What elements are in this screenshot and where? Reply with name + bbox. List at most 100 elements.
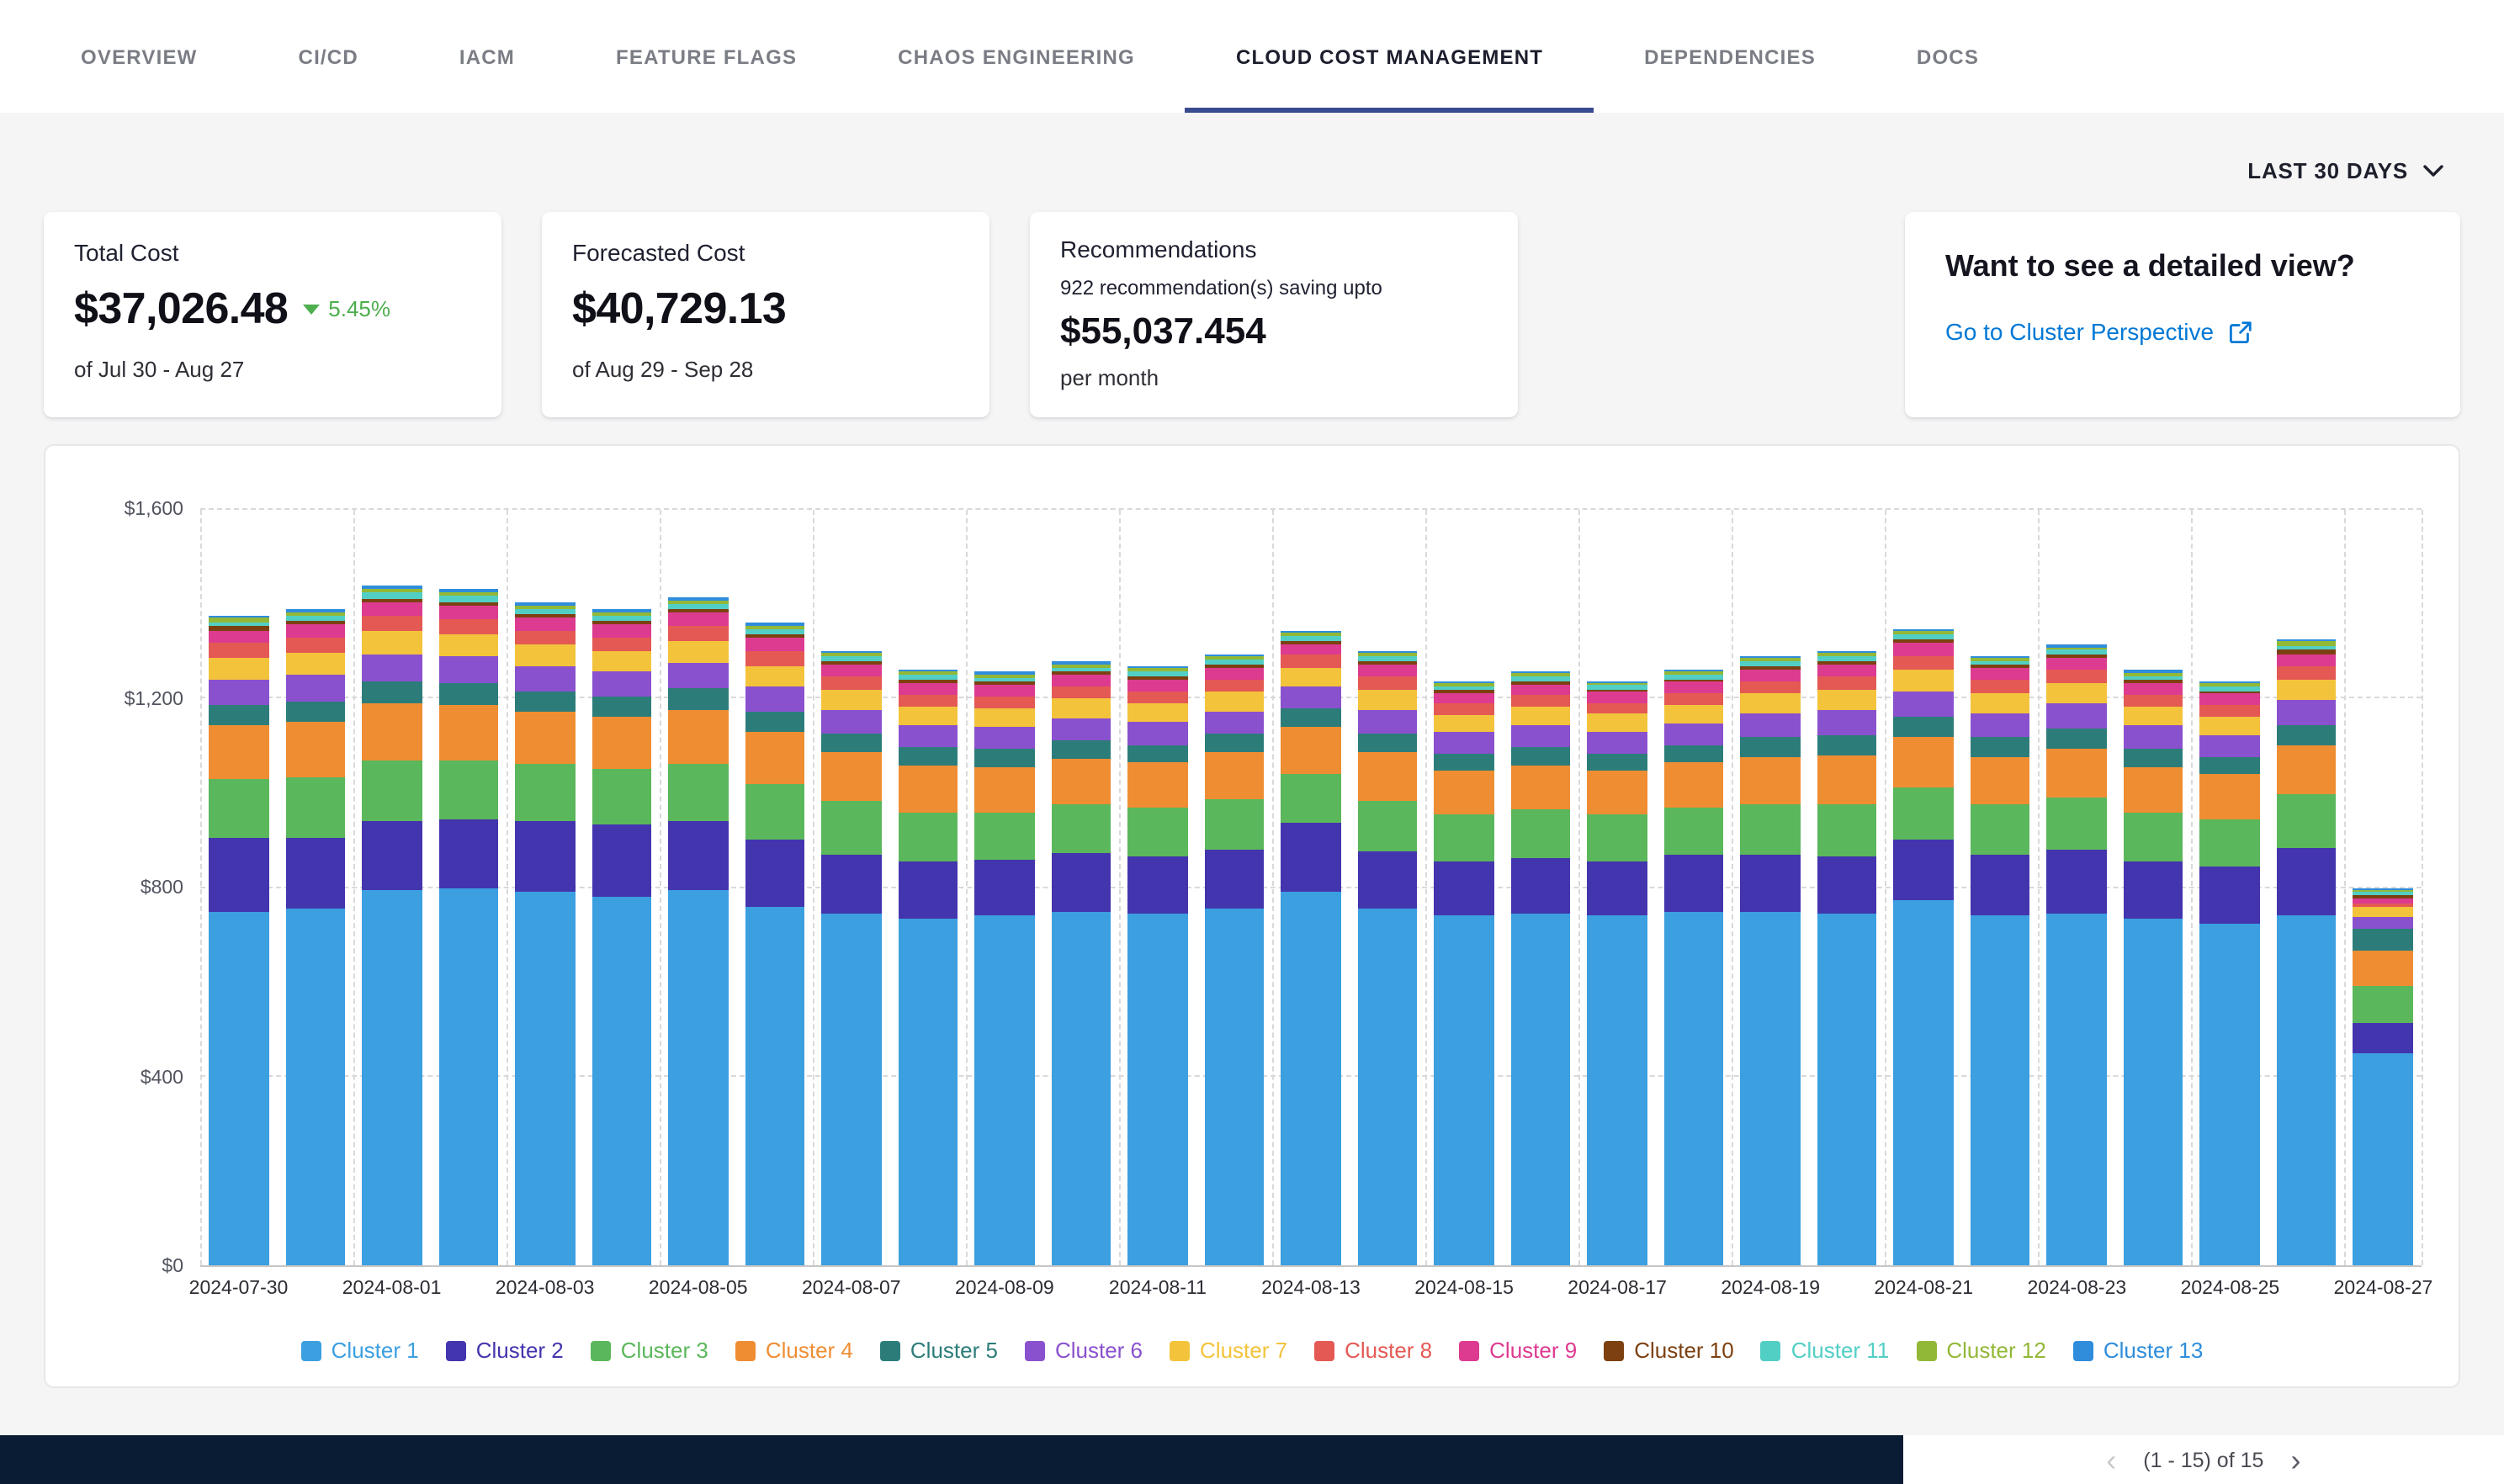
- bar-segment: [668, 764, 728, 821]
- bar-segment: [1817, 735, 1877, 755]
- legend-item-cluster-5[interactable]: Cluster 5: [880, 1338, 998, 1363]
- legend-item-cluster-13[interactable]: Cluster 13: [2073, 1338, 2204, 1363]
- legend-item-cluster-1[interactable]: Cluster 1: [301, 1338, 419, 1363]
- bar-2024-08-19[interactable]: [1741, 510, 1801, 1265]
- bar-2024-08-22[interactable]: [1971, 510, 2030, 1265]
- bar-2024-08-24[interactable]: [2124, 510, 2183, 1265]
- bar-segment: [1051, 686, 1111, 699]
- bar-segment: [1511, 685, 1571, 696]
- legend-item-cluster-10[interactable]: Cluster 10: [1604, 1338, 1734, 1363]
- bar-2024-08-25[interactable]: [2200, 510, 2260, 1265]
- bar-2024-08-12[interactable]: [1204, 510, 1264, 1265]
- bar-segment: [285, 722, 345, 777]
- legend-swatch: [591, 1340, 611, 1360]
- bar-slot: [430, 510, 507, 1265]
- footer-bar: [0, 1435, 1903, 1484]
- bar-2024-08-23[interactable]: [2047, 510, 2107, 1265]
- bar-segment: [1817, 676, 1877, 690]
- bar-segment: [1435, 693, 1494, 703]
- bar-2024-08-05[interactable]: [668, 510, 728, 1265]
- bar-2024-08-07[interactable]: [821, 510, 881, 1265]
- cluster-perspective-link[interactable]: Go to Cluster Perspective: [1945, 318, 2252, 345]
- bar-slot: [2115, 510, 2192, 1265]
- legend-item-cluster-2[interactable]: Cluster 2: [446, 1338, 564, 1363]
- bar-2024-08-13[interactable]: [1281, 510, 1340, 1265]
- bar-2024-08-26[interactable]: [2277, 510, 2337, 1265]
- recommendations-subtitle: 922 recommendation(s) saving upto: [1060, 276, 1488, 299]
- bar-segment: [668, 890, 728, 1265]
- bar-segment: [438, 760, 498, 819]
- bar-2024-08-17[interactable]: [1588, 510, 1647, 1265]
- bar-2024-07-30[interactable]: [209, 510, 268, 1265]
- bar-slot: [1886, 510, 1962, 1265]
- bar-2024-08-01[interactable]: [362, 510, 422, 1265]
- legend-item-cluster-6[interactable]: Cluster 6: [1025, 1338, 1143, 1363]
- bar-2024-08-08[interactable]: [898, 510, 958, 1265]
- bar-segment: [2047, 704, 2107, 729]
- bar-segment: [1204, 734, 1264, 753]
- bar-2024-08-11[interactable]: [1127, 510, 1187, 1265]
- bar-slot: [1426, 510, 1503, 1265]
- tab-cicd[interactable]: CI/CD: [248, 0, 409, 113]
- bar-2024-08-09[interactable]: [974, 510, 1034, 1265]
- legend-item-cluster-11[interactable]: Cluster 11: [1761, 1338, 1890, 1363]
- legend-item-cluster-8[interactable]: Cluster 8: [1314, 1338, 1432, 1363]
- bar-segment: [1971, 855, 2030, 916]
- legend-item-cluster-3[interactable]: Cluster 3: [591, 1338, 708, 1363]
- bar-2024-07-31[interactable]: [285, 510, 345, 1265]
- bar-segment: [821, 665, 881, 677]
- bar-segment: [745, 665, 804, 686]
- tab-dependencies[interactable]: DEPENDENCIES: [1594, 0, 1866, 113]
- tab-cloud-cost-management[interactable]: CLOUD COST MANAGEMENT: [1186, 0, 1594, 113]
- legend-swatch: [301, 1340, 321, 1360]
- bar-2024-08-16[interactable]: [1511, 510, 1571, 1265]
- bar-segment: [1281, 773, 1340, 822]
- bar-segment: [2277, 745, 2337, 794]
- bar-segment: [1894, 644, 1954, 656]
- tab-feature-flags[interactable]: FEATURE FLAGS: [565, 0, 847, 113]
- bar-segment: [2200, 775, 2260, 819]
- bar-2024-08-10[interactable]: [1051, 510, 1111, 1265]
- tab-chaos-engineering[interactable]: CHAOS ENGINEERING: [847, 0, 1186, 113]
- footer: ‹ (1 - 15) of 15 ›: [0, 1435, 2504, 1484]
- bar-slot: [1579, 510, 1656, 1265]
- bar-2024-08-21[interactable]: [1894, 510, 1954, 1265]
- bar-segment: [1817, 804, 1877, 856]
- bar-segment: [1588, 916, 1647, 1265]
- bar-2024-08-14[interactable]: [1357, 510, 1417, 1265]
- time-range-dropdown[interactable]: LAST 30 DAYS: [2237, 156, 2454, 185]
- bar-segment: [974, 812, 1034, 860]
- bar-segment: [1511, 858, 1571, 914]
- tab-iacm[interactable]: IACM: [409, 0, 565, 113]
- bar-segment: [1435, 861, 1494, 916]
- legend-item-cluster-12[interactable]: Cluster 12: [1916, 1338, 2046, 1363]
- bar-2024-08-04[interactable]: [592, 510, 651, 1265]
- tab-overview[interactable]: OVERVIEW: [30, 0, 248, 113]
- legend-item-cluster-7[interactable]: Cluster 7: [1170, 1338, 1287, 1363]
- bar-segment: [668, 709, 728, 764]
- bar-2024-08-18[interactable]: [1664, 510, 1724, 1265]
- tab-docs[interactable]: DOCS: [1866, 0, 2029, 113]
- next-page-button[interactable]: ›: [2290, 1444, 2300, 1475]
- total-cost-card: Total Cost $37,026.48 5.45% of Jul 30 - …: [44, 212, 501, 417]
- legend-label: Cluster 4: [766, 1338, 853, 1363]
- bar-segment: [1511, 747, 1571, 765]
- prev-page-button[interactable]: ‹: [2106, 1444, 2116, 1475]
- bar-segment: [1051, 740, 1111, 758]
- bar-2024-08-03[interactable]: [515, 510, 575, 1265]
- bar-2024-08-06[interactable]: [745, 510, 804, 1265]
- bar-segment: [592, 625, 651, 638]
- legend-item-cluster-4[interactable]: Cluster 4: [735, 1338, 853, 1363]
- bar-2024-08-20[interactable]: [1817, 510, 1877, 1265]
- legend-item-cluster-9[interactable]: Cluster 9: [1459, 1338, 1577, 1363]
- bar-segment: [2200, 694, 2260, 705]
- bar-segment: [2124, 749, 2183, 767]
- legend-swatch: [446, 1340, 466, 1360]
- bar-segment: [515, 645, 575, 666]
- bar-2024-08-15[interactable]: [1435, 510, 1494, 1265]
- bar-segment: [1204, 692, 1264, 711]
- bar-segment: [285, 838, 345, 909]
- bar-2024-08-02[interactable]: [438, 510, 498, 1265]
- bar-2024-08-27[interactable]: [2353, 510, 2413, 1265]
- forecasted-cost-period: of Aug 29 - Sep 28: [572, 357, 959, 382]
